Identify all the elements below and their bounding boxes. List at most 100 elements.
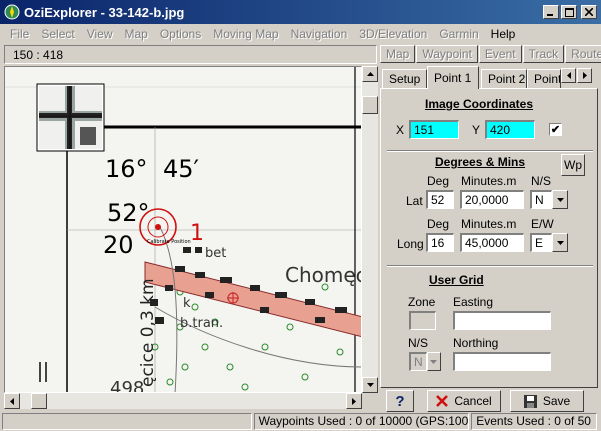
menu-bar: File Select View Map Options Moving Map Naviga… — [0, 24, 601, 43]
menu-options[interactable]: Options — [154, 27, 207, 41]
image-y-input[interactable] — [485, 120, 535, 139]
menu-moving-map[interactable]: Moving Map — [207, 27, 284, 41]
x-label: X — [396, 123, 405, 137]
lat-minutes-input[interactable] — [460, 190, 524, 209]
chevron-down-icon[interactable] — [426, 352, 441, 371]
map-label-lat-min: 45′ — [163, 155, 199, 183]
horizontal-scroll-thumb[interactable] — [31, 393, 47, 409]
calibration-tabs: Setup Point 1 Point 2 Point 3 — [380, 66, 598, 89]
map-label-road: ęcice 0,3 km — [138, 278, 158, 387]
save-button[interactable]: Save — [510, 390, 584, 412]
calibration-panel: Setup Point 1 Point 2 Point 3 Image Coor… — [380, 66, 598, 412]
app-icon — [4, 4, 20, 20]
long-deg-header: Deg — [427, 217, 450, 231]
tab-content-point-1: Image Coordinates X Y ✔ Degrees & Mins W… — [380, 88, 598, 388]
calibration-point-number: 1 — [190, 221, 204, 246]
y-label: Y — [472, 123, 481, 137]
map-horizontal-scrollbar[interactable] — [4, 393, 362, 409]
status-bar: Waypoints Used : 0 of 10000 (GPS:1000) E… — [0, 411, 601, 431]
zone-label: Zone — [408, 295, 436, 309]
map-label-lat-deg: 16° — [105, 155, 148, 183]
long-minutes-input[interactable] — [460, 233, 524, 252]
lat-degrees-input[interactable] — [426, 190, 454, 209]
tab-point-1[interactable]: Point 1 — [427, 66, 479, 89]
easting-label: Easting — [453, 295, 494, 309]
user-grid-heading: User Grid — [429, 273, 484, 287]
save-label: Save — [542, 394, 571, 408]
vertical-scroll-thumb[interactable] — [362, 96, 378, 114]
calibration-point-label: Calibrate Position — [147, 239, 191, 245]
grid-hemisphere-value: N — [409, 352, 427, 371]
scrollbar-corner — [362, 393, 378, 409]
lat-hemisphere-select[interactable]: N — [530, 190, 568, 209]
floppy-disk-icon — [523, 394, 537, 408]
long-hemisphere-value: E — [530, 233, 552, 252]
separator — [387, 150, 593, 152]
grid-hemisphere-select[interactable]: N — [409, 352, 441, 371]
cursor-coordinates-text: 150 : 418 — [13, 47, 64, 62]
chevron-down-icon[interactable] — [552, 233, 568, 252]
long-degrees-input[interactable] — [426, 233, 454, 252]
status-waypoints: Waypoints Used : 0 of 10000 (GPS:1000) — [253, 412, 470, 430]
window-title: OziExplorer - 33-142-b.jpg — [24, 4, 185, 20]
tab-point-3[interactable]: Point 3 — [527, 69, 561, 88]
map-label-tran: b.tran. — [180, 316, 223, 331]
tab-setup[interactable]: Setup — [382, 69, 427, 88]
toolbar-track-button[interactable]: Track — [522, 45, 565, 63]
menu-select[interactable]: Select — [35, 27, 80, 41]
toolbar-waypoint-button[interactable]: Waypoint — [416, 45, 478, 63]
map-label-lon-min: 20 — [103, 231, 134, 259]
chevron-down-icon[interactable] — [552, 190, 568, 209]
grid-ns-label: N/S — [408, 336, 429, 350]
magnifier-preview — [36, 83, 105, 152]
lock-point-checkbox[interactable]: ✔ — [549, 123, 562, 136]
lat-hemisphere-value: N — [530, 190, 552, 209]
tab-scroll-left-icon[interactable] — [561, 68, 576, 83]
menu-navigation[interactable]: Navigation — [285, 27, 354, 41]
image-x-input[interactable] — [409, 120, 459, 139]
menu-3d-elevation[interactable]: 3D/Elevation — [353, 27, 433, 41]
menu-garmin[interactable]: Garmin — [433, 27, 484, 41]
close-icon[interactable] — [581, 5, 597, 19]
scroll-left-icon[interactable] — [4, 393, 20, 409]
tab-point-2[interactable]: Point 2 — [481, 69, 527, 88]
toolbar-route-button[interactable]: Route — [565, 45, 601, 63]
northing-input[interactable] — [453, 352, 551, 371]
lat-label: Lat — [406, 194, 423, 208]
long-label: Long — [397, 237, 424, 251]
map-vertical-scrollbar[interactable] — [362, 66, 378, 393]
menu-help[interactable]: Help — [485, 27, 522, 41]
scroll-right-icon[interactable] — [346, 393, 362, 409]
long-hemisphere-select[interactable]: E — [530, 233, 568, 252]
image-coordinates-heading: Image Coordinates — [425, 97, 534, 111]
map-label-town: Chomęci — [285, 263, 362, 287]
northing-label: Northing — [453, 336, 499, 350]
maximize-icon[interactable] — [561, 5, 577, 19]
tab-scroll-right-icon[interactable] — [577, 68, 592, 83]
edit-toolbar: Map Waypoint Event Track Route — [380, 45, 601, 64]
zone-input[interactable] — [409, 311, 436, 330]
toolbar-map-button[interactable]: Map — [380, 45, 416, 63]
degrees-mins-heading: Degrees & Mins — [435, 155, 526, 169]
cancel-label: Cancel — [454, 394, 492, 408]
lat-dir-header: N/S — [531, 174, 552, 188]
menu-file[interactable]: File — [4, 27, 35, 41]
map-label-bet: bet — [205, 246, 226, 261]
cursor-coordinates: 150 : 418 — [4, 45, 377, 64]
lat-min-header: Minutes.m — [461, 174, 517, 188]
easting-input[interactable] — [453, 311, 551, 330]
cancel-button[interactable]: Cancel — [427, 390, 501, 412]
help-button[interactable]: ? — [386, 390, 414, 412]
minimize-icon[interactable] — [543, 5, 559, 19]
menu-map[interactable]: Map — [119, 27, 154, 41]
map-view[interactable]: 16° 45′ 52° 20 Chomęci bet b.tran. k 498… — [4, 66, 362, 393]
waypoint-button[interactable]: Wp — [561, 154, 585, 176]
scroll-up-icon[interactable] — [362, 66, 378, 82]
map-image[interactable]: 16° 45′ 52° 20 Chomęci bet b.tran. k 498… — [5, 67, 362, 393]
title-bar[interactable]: OziExplorer - 33-142-b.jpg — [0, 0, 601, 24]
menu-view[interactable]: View — [81, 27, 119, 41]
scroll-down-icon[interactable] — [362, 377, 378, 393]
status-pane-empty — [2, 412, 252, 430]
toolbar-event-button[interactable]: Event — [478, 45, 522, 63]
map-label-lon-deg: 52° — [107, 199, 150, 227]
